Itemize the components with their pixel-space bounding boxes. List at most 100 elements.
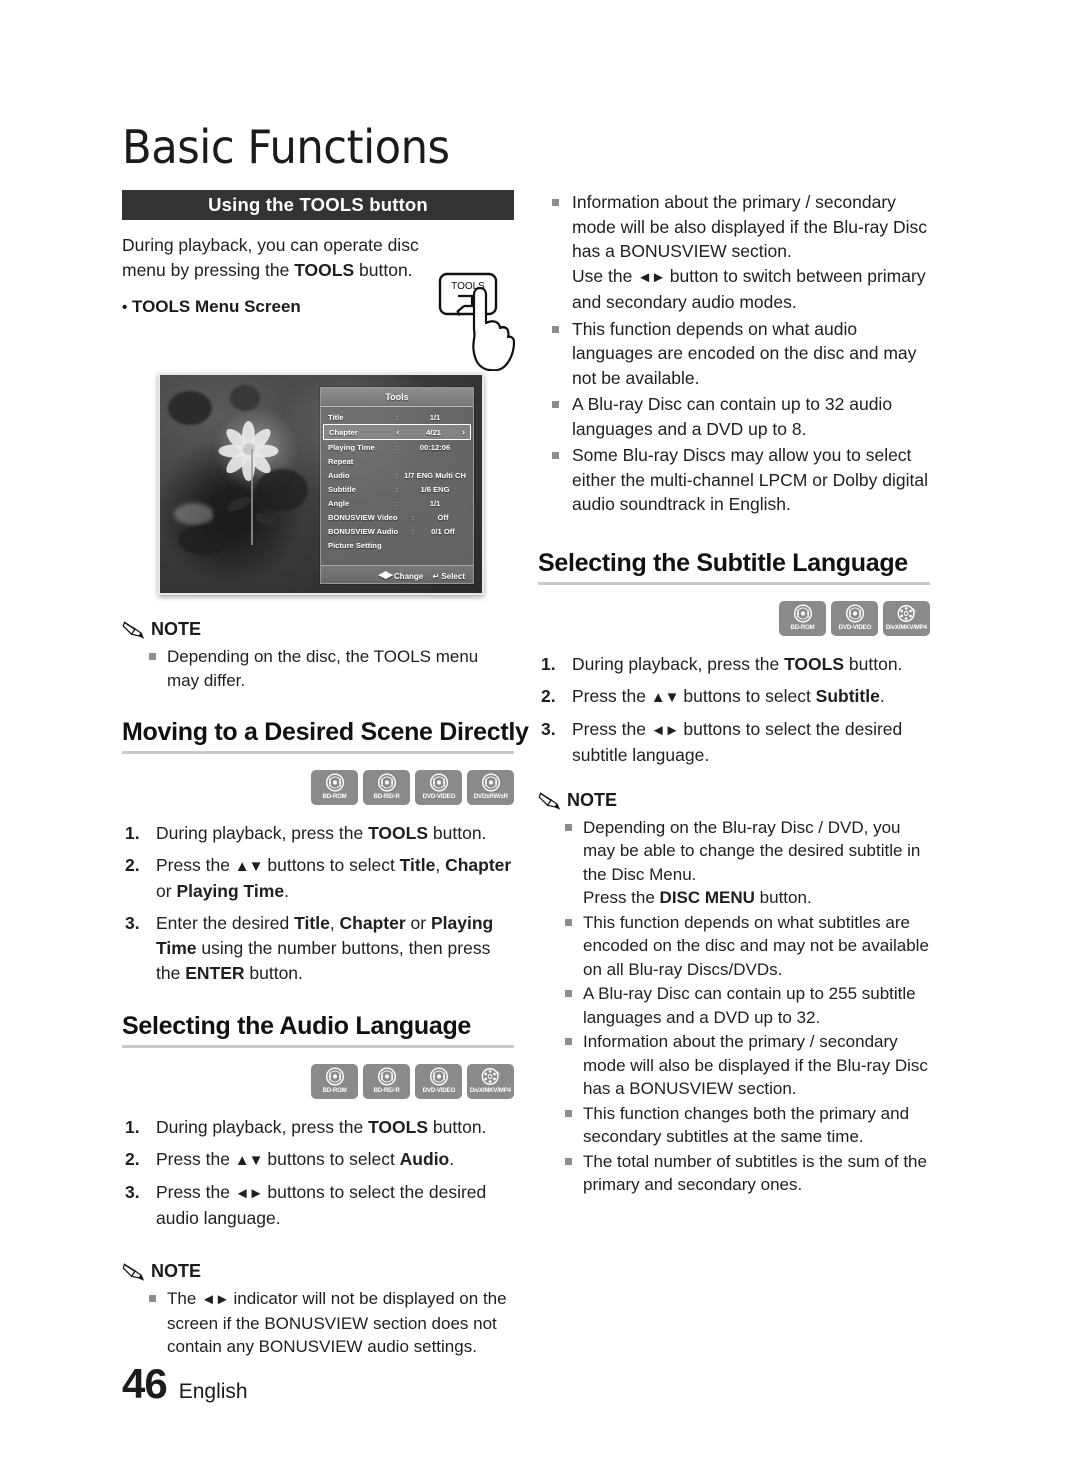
badge-label: DVD-VIDEO (422, 1087, 455, 1094)
bullet-item: Some Blu-ray Discs may allow you to sele… (552, 443, 930, 517)
badge-divx-mkv-mp4: DivX/MKV/MP4 (467, 1064, 514, 1099)
step-number: 3. (125, 1182, 140, 1202)
step-number: 2. (125, 1149, 140, 1169)
disc-icon (377, 773, 396, 792)
osd-row-value: 1/1 (429, 412, 441, 422)
badge-label: BD-RE/-R (373, 1087, 400, 1094)
badge-bd-rom: BD-ROM (311, 1064, 358, 1099)
badge-bd-re-r: BD-RE/-R (363, 1064, 410, 1099)
badge-divx-mkv-mp4: DivX/MKV/MP4 (883, 600, 930, 636)
badge-bd-rom: BD-ROM (779, 600, 826, 636)
badge-dvd-video: DVD-VIDEO (415, 1064, 462, 1099)
osd-row[interactable]: Repeat (321, 454, 473, 468)
osd-row[interactable]: Picture Setting (321, 538, 473, 552)
pencil-icon (538, 791, 561, 810)
flower-graphic (196, 403, 306, 553)
disc-badges-audio: BD-ROM BD-RE/-R DVD-VIDEO DivX/MKV/MP4 (122, 1064, 514, 1099)
note-item: The ◄► indicator will not be displayed o… (148, 1287, 514, 1359)
osd-row-label: Audio (328, 470, 350, 480)
disc-badges-subtitle: BD-ROM DVD-VIDEO DivX/MKV/MP4 (538, 600, 930, 636)
left-column: Using the TOOLS button During playback, … (122, 190, 529, 1359)
badge-label: DVD±RW/±R (473, 793, 508, 800)
heading-selecting-subtitle-language: Selecting the Subtitle Language (538, 549, 930, 585)
osd-row-list: Title : 1/1 Chapter ‹ 4/21 › Playing Tim… (321, 407, 473, 552)
steps-selecting-audio: 1. During playback, press the TOOLS butto… (122, 1115, 514, 1231)
intro-bold-tools: TOOLS (294, 260, 355, 280)
osd-right-arrow-icon[interactable]: › (462, 427, 465, 437)
steps-selecting-subtitle: 1. During playback, press the TOOLS butto… (538, 652, 930, 768)
osd-row-separator: : (395, 412, 399, 422)
osd-row[interactable]: BONUSVIEW Audio : 0/1 Off (321, 524, 473, 538)
steps-moving-to-scene: 1. During playback, press the TOOLS butto… (122, 821, 514, 986)
bullet-item: This function depends on what audio lang… (552, 317, 930, 391)
osd-row-selected[interactable]: Chapter ‹ 4/21 › (323, 424, 471, 440)
osd-row-separator: : (395, 498, 399, 508)
osd-row[interactable]: Playing Time : 00:12:06 (321, 440, 473, 454)
note-header: NOTE (538, 790, 930, 811)
page-language: English (178, 1380, 248, 1403)
bullet-item: Information about the primary / secondar… (552, 190, 930, 315)
osd-row-value: 1/6 ENG (420, 484, 450, 494)
tools-menu-screen-text: TOOLS Menu Screen (132, 297, 301, 316)
step-number: 3. (541, 718, 556, 739)
page-title: Basic Functions (122, 120, 450, 174)
osd-row-label: Playing Time (328, 442, 375, 452)
step-number: 2. (541, 685, 556, 706)
osd-row-separator: : (395, 442, 399, 452)
step-number: 1. (125, 823, 140, 843)
note-list: Depending on the disc, the TOOLS menu ma… (122, 645, 514, 692)
note-list: The ◄► indicator will not be displayed o… (122, 1287, 514, 1359)
audio-notes-continued-list: Information about the primary / secondar… (538, 190, 930, 517)
osd-row[interactable]: Angle : 1/1 (321, 496, 473, 510)
note-item: Depending on the Blu-ray Disc / DVD, you… (564, 816, 930, 910)
osd-row[interactable]: Title : 1/1 (321, 410, 473, 424)
disc-icon (481, 773, 500, 792)
step-item: 1. During playback, press the TOOLS butto… (538, 652, 930, 677)
osd-row-separator: : (395, 484, 399, 494)
badge-dvd-rw-r: DVD±RW/±R (467, 770, 514, 805)
note-header: NOTE (122, 619, 514, 640)
step-text: During playback, press the TOOLS button. (156, 823, 487, 843)
tools-menu-screenshot: Tools Title : 1/1 Chapter ‹ 4/21 › Playi… (158, 373, 484, 595)
step-item: 3. Press the ◄► buttons to select the des… (122, 1180, 514, 1231)
osd-row[interactable]: Subtitle : 1/6 ENG (321, 482, 473, 496)
disc-icon (429, 773, 448, 792)
manual-page: Basic Functions Using the TOOLS button D… (0, 0, 1080, 1479)
osd-row-value: 0/1 Off (431, 526, 455, 536)
osd-row[interactable]: BONUSVIEW Video : Off (321, 510, 473, 524)
osd-row-separator: : (411, 512, 415, 522)
note-item: Depending on the disc, the TOOLS menu ma… (148, 645, 514, 692)
badge-label: BD-ROM (322, 1087, 347, 1094)
note-block-audio: NOTE The ◄► indicator will not be displa… (122, 1261, 514, 1359)
step-item: 3. Press the ◄► buttons to select the des… (538, 717, 930, 768)
disc-icon (793, 603, 812, 623)
bullet-dot-icon: • (122, 299, 128, 316)
note-item: This function changes both the primary a… (564, 1102, 930, 1149)
note-item: The total number of subtitles is the sum… (564, 1150, 930, 1197)
intro-paragraph: During playback, you can operate disc me… (122, 233, 422, 283)
osd-row[interactable]: Audio : 1/7 ENG Multi CH (321, 468, 473, 482)
step-text: Enter the desired Title, Chapter or Play… (156, 913, 494, 983)
note-title: NOTE (151, 1261, 202, 1281)
badge-label: BD-ROM (322, 793, 347, 800)
badge-label: BD-ROM (790, 623, 815, 631)
note-header: NOTE (122, 1261, 514, 1282)
step-number: 3. (125, 913, 140, 933)
osd-row-label: Picture Setting (328, 540, 382, 550)
step-text: During playback, press the TOOLS button. (156, 1117, 487, 1137)
osd-row-label: BONUSVIEW Audio (328, 526, 399, 536)
osd-row-separator: : (411, 526, 415, 536)
step-item: 3. Enter the desired Title, Chapter or Pl… (122, 911, 514, 986)
page-footer: 46 English (122, 1360, 248, 1408)
disc-icon (325, 773, 344, 792)
osd-row-label: Title (328, 412, 344, 422)
step-item: 2. Press the ▲▼ buttons to select Subtitl… (538, 684, 930, 710)
step-text: Press the ▲▼ buttons to select Title, Ch… (156, 855, 512, 901)
osd-row-value: 4/21 (426, 427, 441, 437)
enter-key-icon: ↵ (432, 572, 440, 581)
note-title: NOTE (567, 789, 618, 810)
osd-row-label: BONUSVIEW Video (328, 512, 398, 522)
osd-change-hint: ◂▸ Change (379, 566, 426, 583)
osd-left-arrow-icon[interactable]: ‹ (391, 427, 405, 437)
step-text: During playback, press the TOOLS button. (572, 653, 903, 674)
